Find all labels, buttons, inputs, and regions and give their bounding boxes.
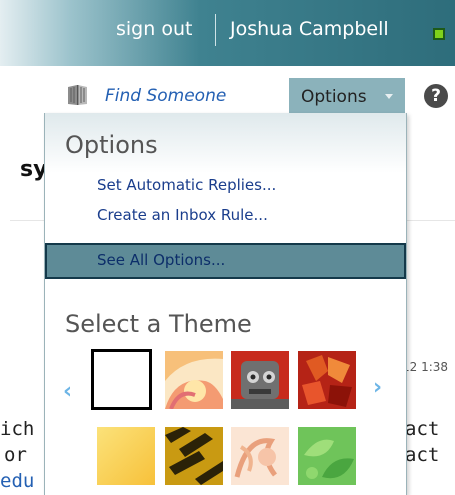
chevron-right-icon[interactable]: › <box>373 375 382 400</box>
theme-thumbnail-sunrise[interactable] <box>165 351 223 409</box>
see-all-options-item[interactable]: See All Options... <box>45 243 406 279</box>
see-all-options-label: See All Options... <box>97 251 226 269</box>
message-text-fragment: act <box>405 444 440 466</box>
message-text-fragment: ich <box>0 418 35 440</box>
theme-section-heading: Select a Theme <box>65 310 252 338</box>
user-name[interactable]: Joshua Campbell <box>230 18 389 40</box>
find-someone-link[interactable]: Find Someone <box>105 86 226 106</box>
presence-status-icon <box>433 28 445 40</box>
set-automatic-replies-item[interactable]: Set Automatic Replies... <box>97 176 276 194</box>
message-link-fragment[interactable]: edu <box>0 470 34 492</box>
message-timestamp: 12 1:38 <box>402 360 449 374</box>
options-menu-button[interactable]: Options <box>289 78 405 114</box>
theme-thumbnail-blank[interactable] <box>91 349 152 410</box>
theme-thumbnail-tiger[interactable] <box>165 427 223 485</box>
theme-thumbnail-autumn-leaves[interactable] <box>298 351 356 409</box>
theme-thumbnail-green-leaves[interactable] <box>298 427 356 485</box>
chevron-left-icon[interactable]: ‹ <box>63 379 72 404</box>
chevron-down-icon <box>385 94 393 99</box>
header-separator <box>215 14 216 46</box>
theme-thumbnail-peach-floral[interactable] <box>231 427 289 485</box>
theme-thumbnail-yellow-gradient[interactable] <box>97 427 155 485</box>
message-text-fragment: or <box>4 444 27 466</box>
theme-thumbnail-robot[interactable] <box>231 351 289 409</box>
options-button-label: Options <box>301 87 367 107</box>
create-inbox-rule-item[interactable]: Create an Inbox Rule... <box>97 206 268 224</box>
address-book-icon[interactable] <box>66 83 92 107</box>
sign-out-link[interactable]: sign out <box>116 18 192 40</box>
help-icon[interactable]: ? <box>424 84 448 108</box>
menu-heading: Options <box>65 131 158 159</box>
options-dropdown-menu: Options Set Automatic Replies... Create … <box>44 113 407 495</box>
message-text-fragment: act <box>405 418 440 440</box>
top-header-bar: sign out Joshua Campbell <box>0 0 455 66</box>
